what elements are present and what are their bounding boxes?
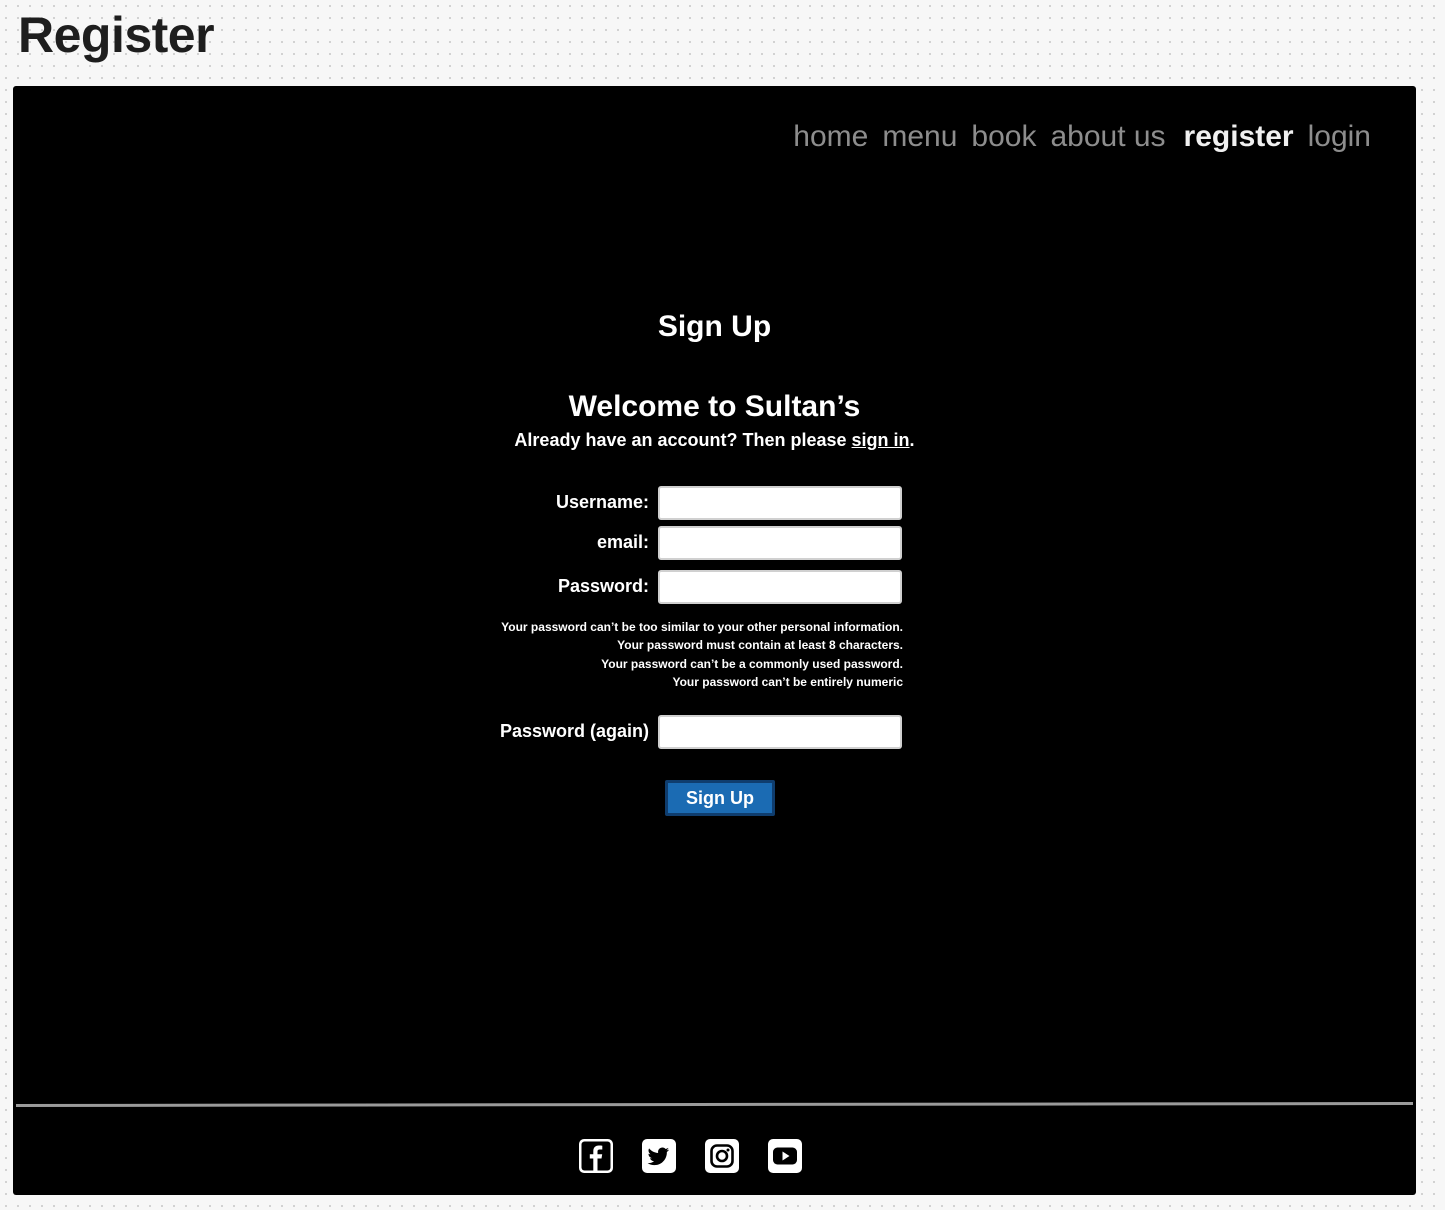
- nav-link-menu[interactable]: menu: [882, 120, 957, 154]
- username-row: Username:: [13, 486, 1416, 520]
- signin-prompt-suffix: .: [909, 430, 915, 450]
- password-help-item: Your password can’t be a commonly used p…: [601, 656, 903, 671]
- nav-link-about-us[interactable]: about us: [1050, 120, 1165, 154]
- facebook-icon[interactable]: [578, 1138, 614, 1174]
- page-viewport: home menu book about us register login S…: [13, 86, 1416, 1195]
- top-nav: home menu book about us register login: [793, 120, 1371, 154]
- instagram-icon[interactable]: [704, 1138, 740, 1174]
- password-input[interactable]: [658, 570, 902, 604]
- password-help-item: Your password can’t be entirely numeric: [672, 674, 903, 689]
- email-label: email:: [596, 532, 649, 552]
- nav-link-home[interactable]: home: [793, 120, 868, 154]
- nav-link-login[interactable]: login: [1308, 120, 1371, 154]
- twitter-icon[interactable]: [641, 1138, 677, 1174]
- youtube-icon[interactable]: [767, 1138, 803, 1174]
- footer-divider: [15, 1102, 1414, 1107]
- password-again-input[interactable]: [658, 715, 902, 749]
- password-help-item: Your password must contain at least 8 ch…: [617, 638, 903, 653]
- password-again-row: Password (again): [13, 715, 1416, 749]
- password-again-label: Password (again): [499, 721, 649, 741]
- username-label: Username:: [555, 492, 649, 512]
- password-help-item: Your password can’t be too similar to yo…: [501, 620, 903, 634]
- username-input[interactable]: [658, 486, 902, 520]
- password-help-list: Your password can’t be too similar to yo…: [501, 618, 903, 691]
- sign-in-link[interactable]: sign in: [852, 430, 910, 450]
- nav-link-book[interactable]: book: [971, 120, 1036, 154]
- social-links: [578, 1138, 803, 1174]
- email-input[interactable]: [658, 526, 902, 560]
- frame-title: Register: [18, 7, 215, 63]
- signin-prompt: Already have an account? Then please sig…: [13, 430, 1416, 451]
- page-heading: Sign Up: [657, 310, 772, 343]
- password-label: Password:: [557, 576, 649, 596]
- password-row: Password:: [13, 570, 1416, 604]
- welcome-heading: Welcome to Sultan’s: [568, 390, 861, 423]
- signin-prompt-text: Already have an account? Then please: [514, 430, 852, 450]
- sign-up-button[interactable]: Sign Up: [665, 780, 775, 816]
- nav-link-register[interactable]: register: [1184, 120, 1294, 154]
- email-row: email:: [13, 526, 1416, 560]
